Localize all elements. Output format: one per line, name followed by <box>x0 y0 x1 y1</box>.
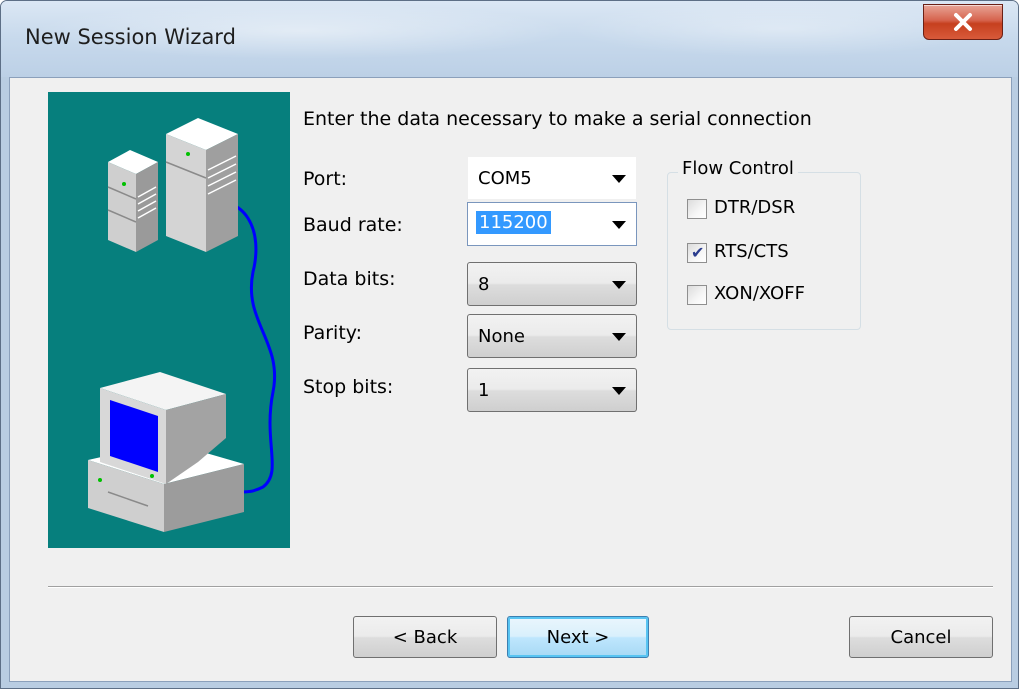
rts-cts-checkbox[interactable]: ✔ <box>687 243 707 263</box>
wizard-window: New Session Wizard Enter the data necess… <box>0 0 1019 689</box>
footer-separator <box>48 586 993 588</box>
chevron-down-icon <box>612 333 626 341</box>
checkmark-icon: ✔ <box>691 243 705 262</box>
dtr-dsr-label[interactable]: DTR/DSR <box>714 197 795 218</box>
chevron-down-icon[interactable] <box>612 175 626 183</box>
stop-bits-select[interactable]: 1 <box>467 368 637 412</box>
parity-value: None <box>478 326 525 347</box>
wizard-instructions: Enter the data necessary to make a seria… <box>303 108 812 130</box>
baud-rate-select[interactable]: 115200 <box>467 202 637 246</box>
window-title: New Session Wizard <box>25 25 236 49</box>
close-icon <box>952 12 974 32</box>
parity-label: Parity: <box>303 322 363 344</box>
port-label: Port: <box>303 168 348 190</box>
wizard-body: Enter the data necessary to make a seria… <box>9 77 1012 682</box>
back-button[interactable]: < Back <box>353 616 497 658</box>
flow-control-label: Flow Control <box>678 158 798 179</box>
baud-rate-value[interactable]: 115200 <box>476 211 551 234</box>
cancel-button[interactable]: Cancel <box>849 616 993 658</box>
title-bar[interactable]: New Session Wizard <box>1 1 1018 77</box>
stop-bits-value: 1 <box>478 380 490 401</box>
rts-cts-label[interactable]: RTS/CTS <box>714 241 789 262</box>
port-value: COM5 <box>478 168 532 189</box>
chevron-down-icon <box>612 387 626 395</box>
port-select[interactable]: COM5 <box>467 156 637 200</box>
data-bits-select[interactable]: 8 <box>467 262 637 306</box>
dtr-dsr-checkbox[interactable] <box>687 199 707 219</box>
stop-bits-label: Stop bits: <box>303 376 394 398</box>
xon-xoff-label[interactable]: XON/XOFF <box>714 283 805 304</box>
close-button[interactable] <box>923 4 1003 40</box>
parity-select[interactable]: None <box>467 314 637 358</box>
serial-connection-illustration <box>48 92 290 548</box>
chevron-down-icon[interactable] <box>612 221 626 229</box>
next-button[interactable]: Next > <box>507 616 649 658</box>
data-bits-value: 8 <box>478 274 490 295</box>
chevron-down-icon <box>612 281 626 289</box>
data-bits-label: Data bits: <box>303 268 396 290</box>
baud-rate-label: Baud rate: <box>303 214 403 236</box>
xon-xoff-checkbox[interactable] <box>687 285 707 305</box>
